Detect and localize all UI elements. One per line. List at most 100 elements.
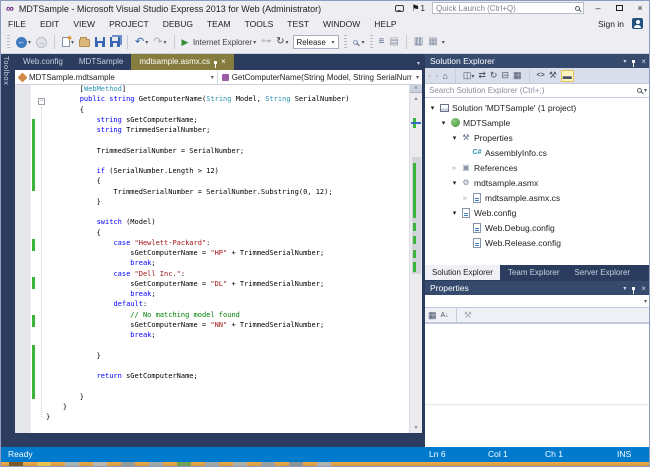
menu-item-team[interactable]: TEAM bbox=[207, 19, 231, 29]
expander-open-icon[interactable]: ▾ bbox=[451, 134, 458, 142]
configuration-select[interactable]: Release▾ bbox=[293, 35, 339, 49]
navigate-back-button[interactable]: ←▾ bbox=[15, 37, 32, 48]
taskbar-icon[interactable] bbox=[233, 462, 247, 467]
taskbar-icon[interactable] bbox=[261, 462, 275, 467]
type-dropdown[interactable]: MDTSample.mdtsample ▾ bbox=[15, 70, 218, 84]
uncomment-button[interactable]: ▦ bbox=[427, 36, 438, 48]
member-dropdown[interactable]: GetComputerName(String Model, String Ser… bbox=[218, 70, 422, 84]
tree-item[interactable]: ▹mdtsample.asmx.cs bbox=[462, 190, 560, 205]
comment-button[interactable]: ▥ bbox=[413, 36, 424, 48]
menu-item-file[interactable]: FILE bbox=[8, 19, 26, 29]
taskbar-icon[interactable] bbox=[289, 462, 303, 467]
start-debug-button[interactable]: ▶ Internet Explorer▾ bbox=[181, 37, 258, 48]
menu-item-help[interactable]: HELP bbox=[374, 19, 396, 29]
document-tab[interactable]: MDTSample bbox=[71, 54, 131, 70]
save-button[interactable] bbox=[94, 37, 106, 47]
new-item-button[interactable]: ▾ bbox=[61, 37, 75, 47]
solution-explorer-header[interactable]: Solution Explorer ▾ × bbox=[425, 54, 650, 68]
tree-item[interactable]: ▾Solution 'MDTSample' (1 project) bbox=[429, 100, 576, 115]
user-avatar-icon[interactable] bbox=[632, 18, 643, 29]
undo-button[interactable]: ↶▾ bbox=[134, 37, 149, 48]
close-button[interactable]: × bbox=[633, 2, 647, 14]
menu-item-test[interactable]: TEST bbox=[287, 19, 309, 29]
properties-header[interactable]: Properties ▾ × bbox=[425, 281, 650, 295]
taskbar-icon[interactable] bbox=[93, 462, 107, 467]
attach-button[interactable]: ⊶ bbox=[260, 36, 272, 48]
taskbar-icon[interactable] bbox=[9, 462, 23, 467]
code-text[interactable]: [WebMethod] public string GetComputerNam… bbox=[46, 84, 350, 422]
taskbar-icon[interactable] bbox=[121, 462, 135, 467]
windows-taskbar[interactable] bbox=[1, 462, 650, 467]
preview-selected-items-toggle[interactable]: ▬ bbox=[561, 70, 574, 82]
expander-open-icon[interactable]: ▾ bbox=[429, 104, 436, 112]
toolbar-grip[interactable] bbox=[370, 35, 373, 49]
menu-item-tools[interactable]: TOOLS bbox=[245, 19, 274, 29]
tree-item[interactable]: Web.Debug.config bbox=[462, 220, 555, 235]
quick-launch-input[interactable]: Quick Launch (Ctrl+Q) bbox=[432, 2, 584, 14]
toolbar-grip[interactable] bbox=[7, 35, 10, 49]
panel-tab-team-explorer[interactable]: Team Explorer bbox=[501, 265, 567, 280]
toolbar-overflow-icon[interactable]: ▾ bbox=[442, 39, 445, 46]
pin-icon[interactable] bbox=[632, 60, 635, 63]
tree-item[interactable]: ▾Web.config bbox=[451, 205, 516, 220]
categorized-icon[interactable]: ▦ bbox=[428, 310, 437, 321]
tree-item[interactable]: C#AssemblyInfo.cs bbox=[462, 145, 547, 160]
taskbar-icon[interactable] bbox=[205, 462, 219, 467]
restart-button[interactable]: ↻▾ bbox=[275, 36, 289, 48]
expander-open-icon[interactable]: ▾ bbox=[440, 119, 447, 127]
pin-icon[interactable] bbox=[632, 287, 635, 290]
sign-in-link[interactable]: Sign in bbox=[598, 19, 624, 29]
taskbar-icon[interactable] bbox=[149, 462, 163, 467]
restore-button[interactable] bbox=[612, 2, 626, 14]
properties-grid[interactable] bbox=[425, 323, 650, 447]
scroll-down-icon[interactable]: ▾ bbox=[410, 424, 422, 431]
toolbox-tab[interactable]: Toolbox bbox=[2, 56, 11, 85]
close-tab-icon[interactable]: × bbox=[221, 54, 226, 70]
solution-search-input[interactable]: Search Solution Explorer (Ctrl+;) ▾ bbox=[425, 84, 650, 98]
menu-item-window[interactable]: WINDOW bbox=[323, 19, 360, 29]
redo-button[interactable]: ↷▾ bbox=[152, 37, 167, 48]
document-tab[interactable]: Web.config bbox=[15, 54, 71, 70]
feedback-icon[interactable] bbox=[395, 5, 404, 12]
document-tab[interactable]: mdtsample.asmx.cs× bbox=[131, 54, 233, 70]
toolbar-overflow-icon[interactable]: ▾ bbox=[362, 39, 365, 46]
splitter-handle[interactable]: ≡ bbox=[410, 85, 422, 93]
window-position-icon[interactable]: ▾ bbox=[623, 285, 626, 292]
panel-tab-server-explorer[interactable]: Server Explorer bbox=[568, 265, 638, 280]
property-pages-icon[interactable]: ⚒ bbox=[464, 310, 472, 321]
expander-closed-icon[interactable]: ▹ bbox=[462, 194, 469, 202]
toolbar-grip[interactable] bbox=[344, 35, 347, 49]
collapse-all-icon[interactable]: ⊟ bbox=[501, 70, 509, 81]
code-editor[interactable]: − [WebMethod] public string GetComputerN… bbox=[15, 85, 422, 433]
view-code-icon[interactable]: <> bbox=[537, 72, 545, 79]
breakpoint-margin[interactable] bbox=[15, 85, 31, 433]
wrench-icon[interactable]: ⚒ bbox=[549, 70, 557, 81]
sync-active-document-icon[interactable]: ⇄ bbox=[478, 70, 486, 81]
scroll-up-icon[interactable]: ▴ bbox=[410, 95, 422, 102]
minimize-button[interactable]: – bbox=[591, 2, 605, 14]
navigate-forward-button[interactable]: → bbox=[35, 37, 48, 48]
notifications-flag-icon[interactable]: ⚑1 bbox=[411, 3, 425, 14]
tree-item[interactable]: ▾⚒Properties bbox=[451, 130, 513, 145]
expander-open-icon[interactable]: ▾ bbox=[451, 179, 458, 187]
panel-tab-solution-explorer[interactable]: Solution Explorer bbox=[425, 265, 500, 280]
collapse-region-toggle[interactable]: − bbox=[38, 98, 45, 105]
menu-item-project[interactable]: PROJECT bbox=[109, 19, 149, 29]
nav-forward-icon[interactable]: ◦ bbox=[435, 71, 438, 81]
taskbar-icon[interactable] bbox=[65, 462, 79, 467]
taskbar-icon[interactable] bbox=[177, 462, 191, 467]
menu-item-view[interactable]: VIEW bbox=[73, 19, 95, 29]
close-icon[interactable]: × bbox=[641, 57, 646, 66]
taskbar-icon[interactable] bbox=[317, 462, 331, 467]
properties-object-select[interactable]: ▾ bbox=[425, 295, 650, 308]
tree-item[interactable]: Web.Release.config bbox=[462, 235, 561, 250]
find-button[interactable] bbox=[352, 40, 359, 45]
window-position-icon[interactable]: ▾ bbox=[623, 58, 626, 65]
tree-item[interactable]: ▾⚙mdtsample.asmx bbox=[451, 175, 538, 190]
taskbar-icon[interactable] bbox=[37, 462, 51, 467]
home-icon[interactable]: ⌂ bbox=[442, 71, 447, 81]
nav-back-icon[interactable]: ◦ bbox=[428, 71, 431, 81]
save-all-button[interactable] bbox=[109, 37, 121, 47]
menu-item-edit[interactable]: EDIT bbox=[40, 19, 59, 29]
refresh-icon[interactable]: ↻ bbox=[490, 70, 498, 81]
